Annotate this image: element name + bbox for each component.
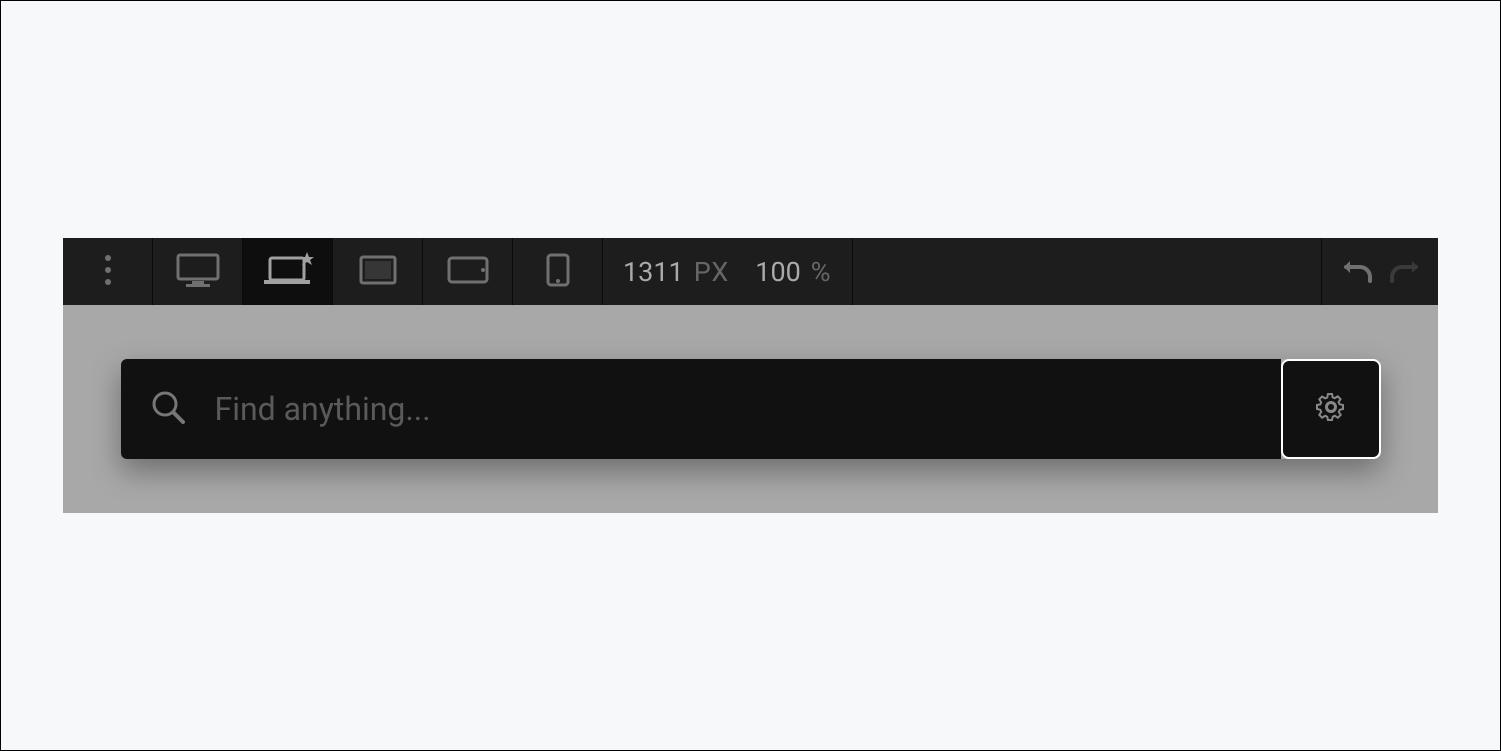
undo-icon — [1342, 257, 1372, 283]
app-frame: 1311 PX 100 % — [63, 238, 1438, 513]
more-options-button[interactable] — [63, 238, 153, 305]
search-icon — [151, 390, 185, 428]
search-bar[interactable] — [121, 359, 1281, 459]
device-toolbar: 1311 PX 100 % — [63, 238, 1438, 305]
zoom-value[interactable]: 100 — [755, 256, 801, 288]
tablet-landscape-icon — [359, 255, 397, 289]
tablet-portrait-icon — [447, 256, 489, 288]
viewport-readout: 1311 PX 100 % — [603, 238, 853, 305]
device-phone-button[interactable] — [513, 238, 603, 305]
viewport-width-value[interactable]: 1311 — [623, 256, 684, 288]
device-tablet-portrait-button[interactable] — [423, 238, 513, 305]
gear-icon — [1316, 392, 1346, 426]
toolbar-spacer — [853, 238, 1322, 305]
search-input[interactable] — [215, 390, 1251, 428]
desktop-icon — [176, 253, 220, 291]
laptop-star-icon — [262, 252, 314, 292]
search-settings-button[interactable] — [1281, 359, 1381, 459]
zoom-unit: % — [811, 256, 832, 288]
device-laptop-button[interactable] — [243, 238, 333, 305]
history-controls — [1322, 238, 1438, 305]
undo-button[interactable] — [1342, 257, 1372, 287]
more-vertical-icon — [104, 254, 112, 290]
device-tablet-landscape-button[interactable] — [333, 238, 423, 305]
phone-icon — [546, 253, 570, 291]
redo-button[interactable] — [1390, 257, 1420, 287]
redo-icon — [1390, 257, 1420, 283]
search-container — [121, 359, 1381, 459]
preview-canvas — [63, 305, 1438, 513]
viewport-width-unit: PX — [694, 256, 730, 288]
device-desktop-button[interactable] — [153, 238, 243, 305]
